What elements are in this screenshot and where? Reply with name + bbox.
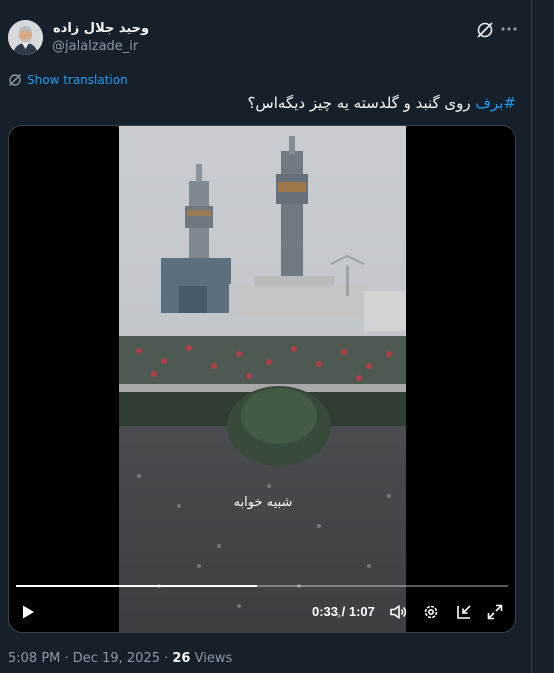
hashtag-link[interactable]: #برف xyxy=(475,94,516,112)
video-caption: شبیه خوابه xyxy=(234,495,293,510)
gear-icon xyxy=(424,605,438,619)
volume-button[interactable] xyxy=(387,601,409,623)
meta-separator: · xyxy=(60,651,73,666)
video-frame-image: شبیه خوابه xyxy=(119,126,406,632)
avatar-image xyxy=(8,20,43,55)
fullscreen-icon xyxy=(487,604,503,620)
video-progress-fill xyxy=(16,585,258,587)
column-divider xyxy=(531,0,532,673)
author-display-name[interactable]: وحید جلال زاده xyxy=(53,21,149,37)
tweet-date[interactable]: Dec 19, 2025 xyxy=(73,651,160,666)
play-icon xyxy=(23,605,34,619)
views-label: Views xyxy=(190,651,233,666)
grok-icon[interactable] xyxy=(476,21,494,39)
dock-button[interactable] xyxy=(453,601,475,623)
show-translation-button[interactable]: Show translation xyxy=(8,71,128,89)
play-button[interactable] xyxy=(17,601,39,623)
video-progress-bar[interactable] xyxy=(16,585,508,587)
settings-button[interactable] xyxy=(420,601,442,623)
translate-icon xyxy=(9,74,21,86)
avatar[interactable] xyxy=(8,20,43,55)
more-options-icon[interactable] xyxy=(499,19,519,39)
author-handle[interactable]: @jalalzade_ir xyxy=(52,39,138,55)
time-total: 1:07 xyxy=(348,604,375,619)
tweet-time[interactable]: 5:08 PM xyxy=(8,651,60,666)
tweet-body: روی گنبد و گلدسته یه چیز دیگه‌اس؟ xyxy=(247,94,476,112)
video-frame: شبیه خوابه xyxy=(119,126,406,632)
meta-separator-2: · xyxy=(159,651,173,666)
show-translation-label: Show translation xyxy=(27,73,128,87)
video-player[interactable]: شبیه خوابه 0:33 / 1:07 xyxy=(8,125,516,633)
video-time: 0:33 / 1:07 xyxy=(312,604,375,619)
tweet-meta: 5:08 PM · Dec 19, 2025 · 26 Views xyxy=(8,651,232,667)
volume-icon xyxy=(390,605,407,619)
fullscreen-button[interactable] xyxy=(484,601,506,623)
views-count: 26 xyxy=(172,651,191,666)
dock-icon xyxy=(457,605,471,619)
time-current: 0:33 xyxy=(312,604,339,619)
time-separator: / xyxy=(338,604,349,619)
tweet-text: #برف روی گنبد و گلدسته یه چیز دیگه‌اس؟ xyxy=(247,93,516,113)
